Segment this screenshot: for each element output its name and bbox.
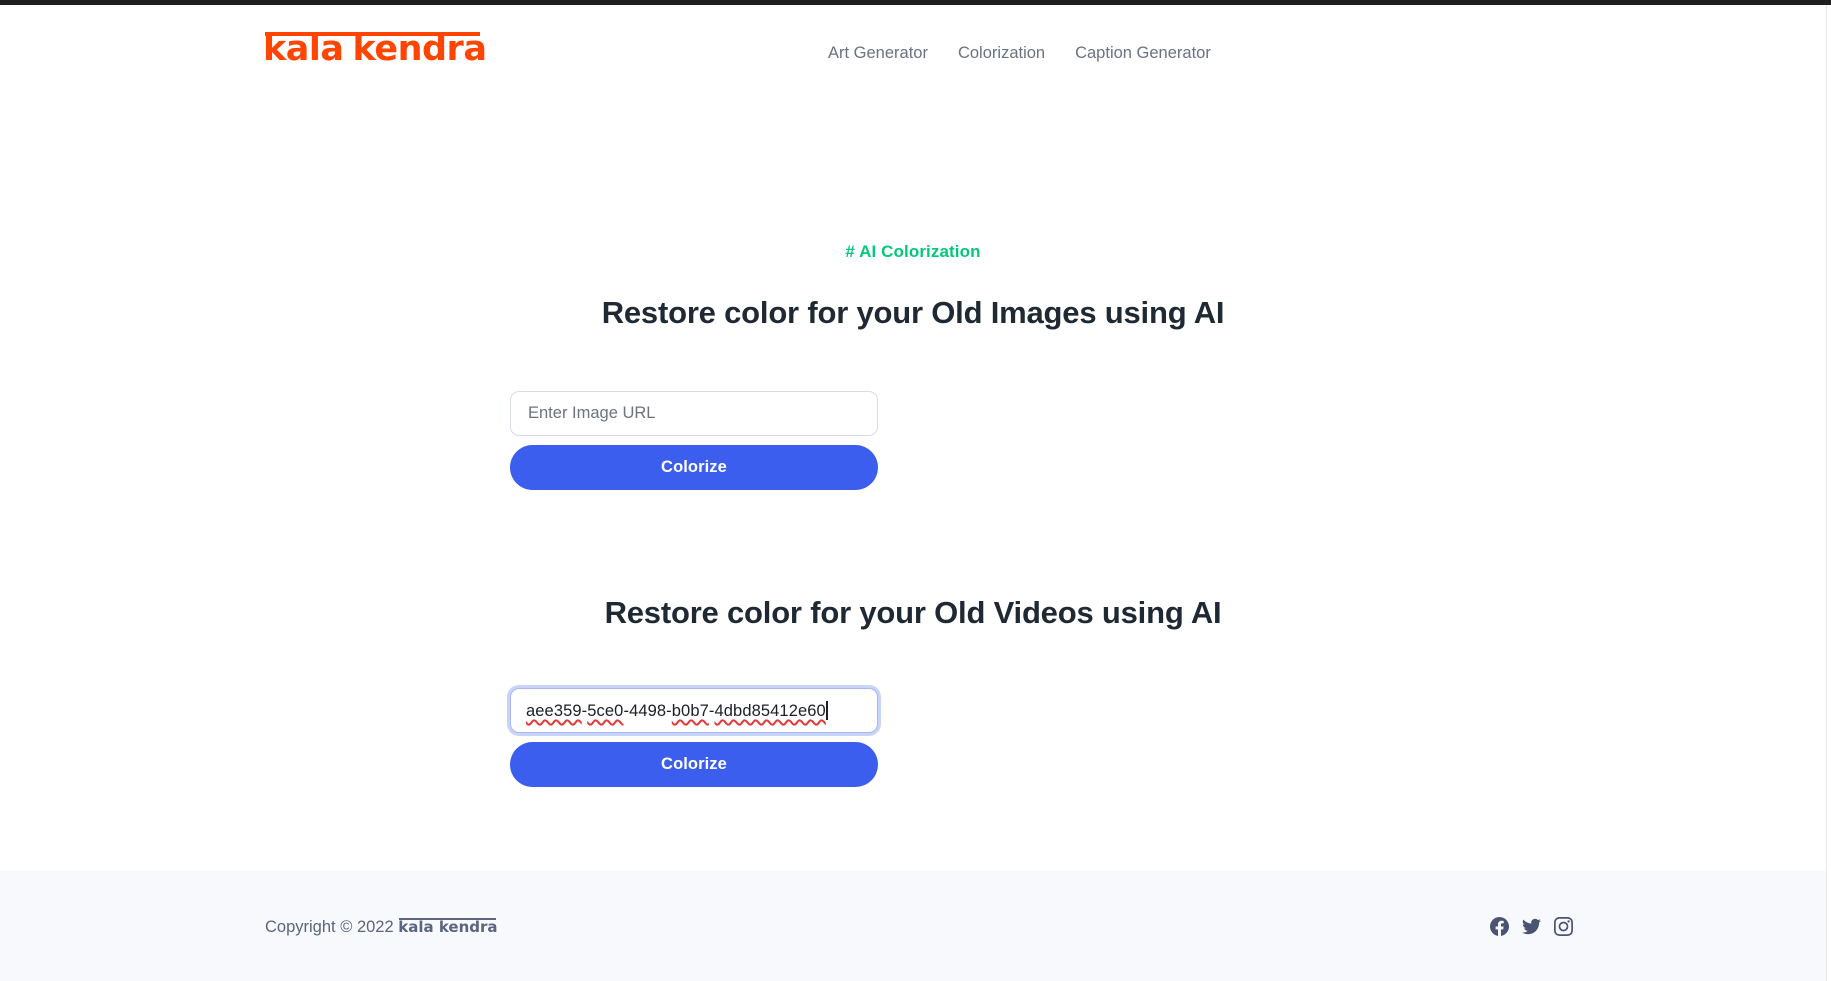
page-root: kala kendra Art Generator Colorization Ca… (0, 5, 1826, 981)
video-url-input-wrapper: aee359-5ce0-4498-b0b7-4dbd85412e60 (507, 685, 881, 736)
video-url-input-text: aee359-5ce0-4498-b0b7-4dbd85412e60 (526, 701, 828, 721)
image-colorize-form: Colorize (510, 391, 878, 490)
url-segment-4: -4498- (623, 702, 672, 720)
social-links (1490, 916, 1573, 936)
site-footer: Copyright © 2022 kala kendra (0, 871, 1826, 981)
copyright-brand: kala kendra (398, 915, 498, 936)
nav-item-art-generator[interactable]: Art Generator (813, 44, 943, 63)
url-segment-5: b0b7 (671, 702, 709, 720)
logo-kala-kendra[interactable]: kala kendra (263, 23, 487, 69)
videos-heading: Restore color for your Old Videos using … (604, 594, 1222, 630)
video-colorize-button[interactable]: Colorize (510, 742, 878, 787)
image-colorize-button[interactable]: Colorize (510, 445, 878, 490)
primary-nav: Art Generator Colorization Caption Gener… (813, 44, 1226, 63)
nav-item-colorization[interactable]: Colorization (943, 44, 1060, 63)
video-url-input[interactable]: aee359-5ce0-4498-b0b7-4dbd85412e60 (510, 688, 878, 733)
logo-word-kendra: kendra (352, 29, 487, 69)
url-segment-3: 5ce0 (587, 702, 624, 720)
images-heading: Restore color for your Old Images using … (601, 294, 1225, 330)
copyright-text: Copyright © 2022 kala kendra (265, 915, 498, 937)
logo-word-kala: kala (263, 29, 344, 69)
nav-item-caption-generator[interactable]: Caption Generator (1060, 44, 1226, 63)
url-segment-1: aee359 (526, 702, 582, 720)
image-url-input[interactable] (510, 391, 878, 436)
scrollbar-track-edge[interactable] (1826, 5, 1827, 981)
text-caret (826, 701, 828, 720)
video-colorize-form: aee359-5ce0-4498-b0b7-4dbd85412e60 Color… (507, 685, 881, 787)
section-eyebrow: # AI Colorization (845, 242, 981, 261)
site-header: kala kendra Art Generator Colorization Ca… (0, 5, 1826, 100)
copyright-prefix: Copyright © 2022 (265, 918, 394, 936)
twitter-icon[interactable] (1522, 917, 1541, 936)
url-segment-7: 4dbd85412e60 (714, 702, 826, 720)
facebook-icon[interactable] (1490, 916, 1509, 936)
instagram-icon[interactable] (1554, 916, 1573, 936)
